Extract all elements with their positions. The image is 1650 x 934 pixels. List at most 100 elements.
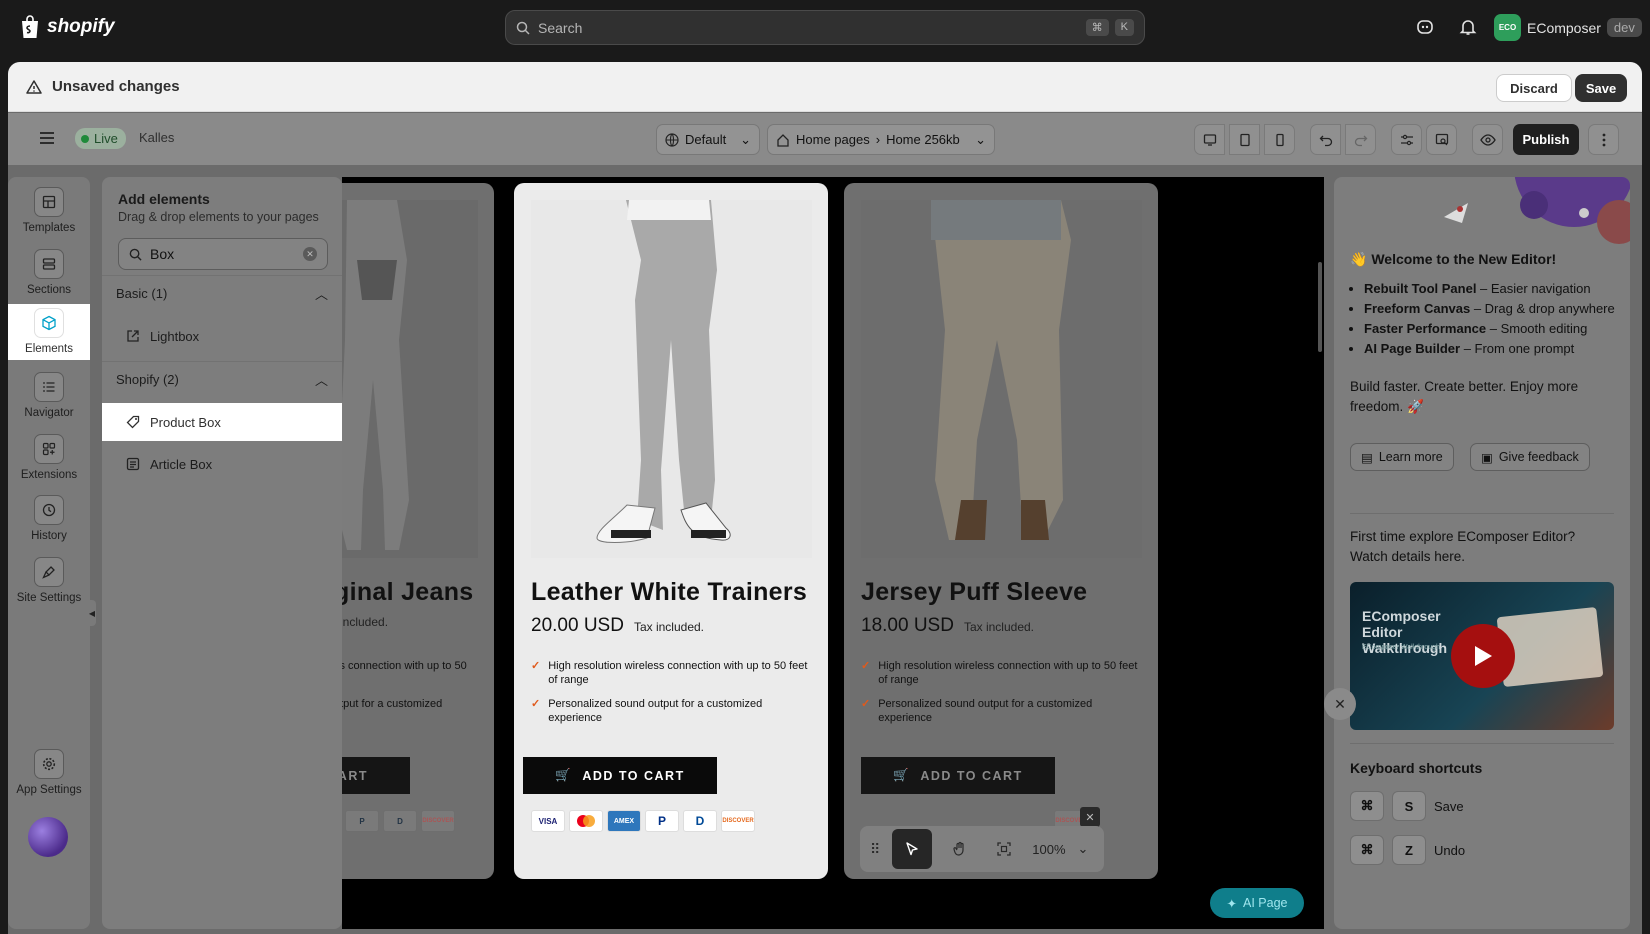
nav-site-settings[interactable]: Site Settings [8, 557, 90, 613]
drag-handle-icon[interactable]: ⠿ [870, 841, 880, 858]
product-card-active[interactable]: Leather White Trainers 20.00 USD Tax incl… [514, 183, 828, 879]
discard-button[interactable]: Discard [1496, 74, 1572, 102]
product-card[interactable]: Jersey Puff Sleeve 18.00 USD Tax included… [844, 183, 1158, 879]
page-canvas[interactable]: ginal Jeans included. ss connection with… [342, 177, 1324, 929]
group-shopify[interactable]: Shopify (2) ︿ [102, 361, 342, 397]
publish-button[interactable]: Publish [1513, 124, 1579, 155]
shortcut-label: Undo [1434, 842, 1466, 858]
element-lightbox[interactable]: Lightbox [102, 317, 342, 355]
check-icon: ✓ [531, 660, 541, 672]
close-icon[interactable]: ✕ [1080, 807, 1100, 827]
clear-search-icon[interactable]: ✕ [303, 247, 317, 261]
document-icon: ▤ [1361, 450, 1373, 465]
desktop-view-icon[interactable] [1194, 124, 1225, 155]
chevron-down-icon: ⌄ [1077, 841, 1089, 856]
give-feedback-button[interactable]: ▣ Give feedback [1470, 443, 1590, 471]
element-search-input[interactable]: Box ✕ [118, 238, 328, 270]
search-page-icon[interactable] [1426, 124, 1457, 155]
shopify-bag-icon [22, 15, 38, 38]
check-icon: ✓ [861, 660, 871, 672]
product-image [861, 200, 1142, 558]
nav-elements[interactable]: Elements [8, 304, 90, 360]
breadcrumb-parent: Home pages [796, 132, 870, 147]
nav-sections[interactable]: Sections [8, 249, 90, 305]
ai-page-label: AI Page [1243, 896, 1288, 910]
feature-text: High resolution wireless connection with… [878, 660, 1138, 686]
explore-text: First time explore EComposer Editor? Wat… [1350, 529, 1576, 564]
tax-note: Tax included. [963, 620, 1034, 634]
select-tool-icon[interactable] [892, 829, 933, 869]
element-product-box[interactable]: Product Box [102, 403, 342, 441]
product-card[interactable]: ginal Jeans included. ss connection with… [342, 183, 494, 879]
zoom-dropdown[interactable]: 100% ⌄ [1032, 841, 1088, 857]
undo-icon[interactable] [1310, 124, 1341, 155]
nav-extensions[interactable]: Extensions [8, 434, 90, 490]
page-selector[interactable]: Home pages › Home 256kb ⌄ [767, 124, 995, 155]
search-icon [129, 248, 142, 261]
collapse-panel-handle[interactable]: ◀ [88, 600, 96, 626]
tag-icon [126, 415, 140, 429]
mobile-view-icon[interactable] [1264, 124, 1295, 155]
more-vertical-icon[interactable] [1588, 124, 1619, 155]
global-search[interactable]: Search ⌘ K [505, 10, 1145, 45]
close-panel-icon[interactable]: ✕ [1324, 688, 1356, 720]
ai-assistant-orb[interactable] [28, 817, 68, 857]
add-to-cart-button[interactable]: CART [342, 757, 410, 794]
redo-icon[interactable] [1345, 124, 1376, 155]
kbd-k: K [1114, 19, 1134, 36]
key-cap: ⌘ [1350, 791, 1384, 821]
shopify-logo[interactable]: shopify [18, 14, 115, 40]
nav-history[interactable]: History [8, 495, 90, 551]
feature-item: Freeform Canvas – Drag & drop anywhere [1364, 299, 1619, 319]
learn-more-button[interactable]: ▤ Learn more [1350, 443, 1454, 471]
ai-page-button[interactable]: ✦ AI Page [1210, 888, 1304, 918]
walkthrough-video[interactable]: EComposer Editor Walkthrough EComposer W… [1350, 582, 1614, 730]
search-icon [516, 21, 530, 35]
group-basic[interactable]: Basic (1) ︿ [102, 275, 342, 311]
key-cap: ⌘ [1350, 835, 1384, 865]
nav-app-settings[interactable]: App Settings [8, 749, 90, 805]
canvas-scrollbar[interactable] [1318, 262, 1322, 352]
product-feature: ✓ Personalized sound output for a customi… [861, 697, 1146, 725]
chevron-down-icon: ⌄ [740, 131, 751, 147]
left-sidebar: Templates Sections Elements Navigator Ex… [8, 177, 90, 929]
feature-bold: Freeform Canvas [1364, 301, 1471, 316]
shortcuts-title: Keyboard shortcuts [1350, 760, 1483, 776]
video-subtitle: EComposer Walkthrough [1362, 644, 1440, 651]
language-label: Default [685, 132, 727, 147]
diners-icon: D [683, 810, 717, 832]
add-elements-panel: Add elements Drag & drop elements to you… [102, 177, 342, 929]
hand-tool-icon[interactable] [944, 833, 976, 865]
save-button[interactable]: Save [1575, 74, 1627, 102]
language-dropdown[interactable]: Default ⌄ [656, 124, 760, 155]
product-feature: ss connection with up to 50 [342, 659, 494, 673]
feature-desc: – From one prompt [1460, 341, 1575, 356]
paypal-icon: P [645, 810, 679, 832]
add-to-cart-button[interactable]: 🛒 ADD TO CART [861, 757, 1055, 794]
zoom-level: 100% [1032, 841, 1066, 857]
sidekick-icon[interactable] [1416, 18, 1436, 38]
store-tag: dev [1606, 18, 1642, 37]
add-to-cart-button[interactable]: 🛒 ADD TO CART [523, 757, 717, 794]
nav-templates[interactable]: Templates [8, 187, 90, 243]
feature-bold: AI Page Builder [1364, 341, 1461, 356]
store-menu[interactable]: ECO EComposer dev [1494, 14, 1642, 41]
chevron-right-icon: › [875, 132, 881, 147]
menu-icon[interactable] [38, 129, 56, 147]
feedback-icon: ▣ [1481, 450, 1493, 465]
payment-icons: VISA AMEX P D DISCOVER [531, 810, 755, 832]
tablet-view-icon[interactable] [1229, 124, 1260, 155]
element-article-box[interactable]: Article Box [102, 445, 342, 483]
play-icon[interactable] [1451, 624, 1515, 688]
visa-icon: VISA [531, 810, 565, 832]
fit-screen-icon[interactable] [988, 833, 1020, 865]
feature-desc: – Drag & drop anywhere [1470, 301, 1615, 316]
templates-icon [34, 187, 64, 217]
bell-icon[interactable] [1459, 18, 1479, 38]
price-value: 18.00 USD [861, 615, 954, 636]
sliders-icon[interactable] [1391, 124, 1422, 155]
preview-eye-icon[interactable] [1472, 124, 1503, 155]
nav-navigator[interactable]: Navigator [8, 372, 90, 428]
home-icon [777, 133, 789, 147]
welcome-panel: 👋 Welcome to the New Editor! Rebuilt Too… [1334, 177, 1630, 929]
